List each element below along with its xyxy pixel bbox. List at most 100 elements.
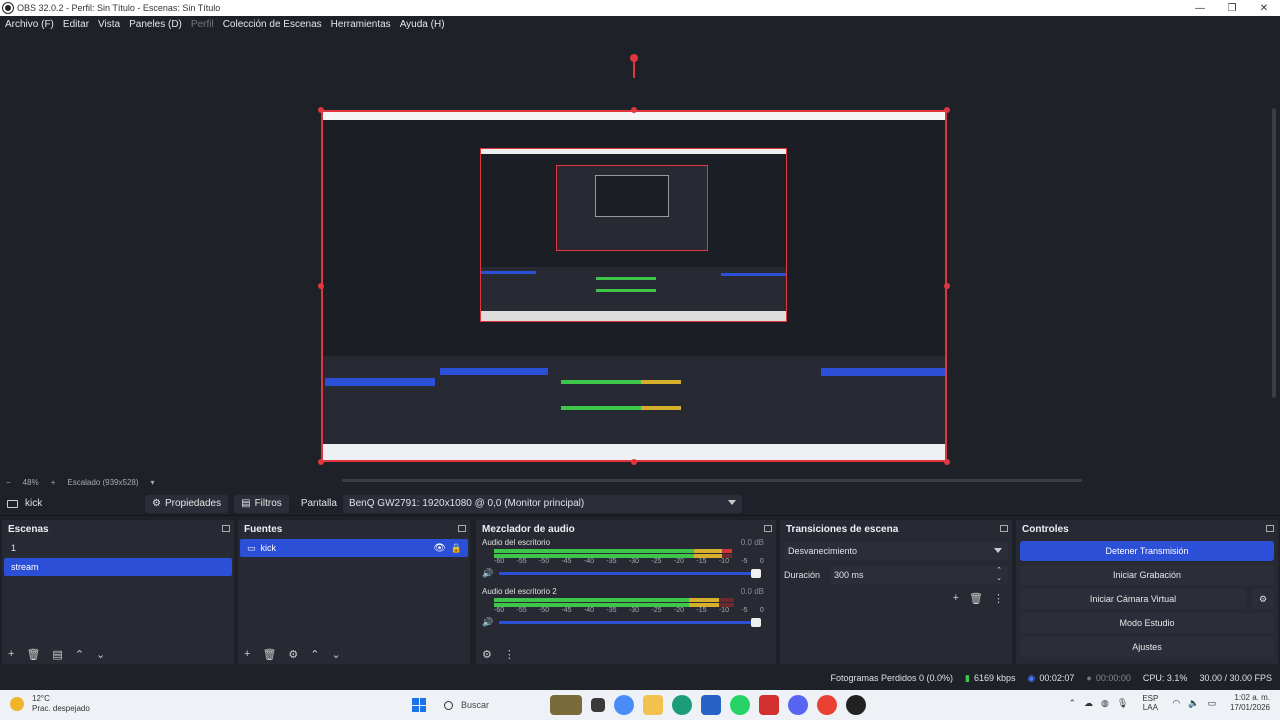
undock-icon[interactable] <box>458 525 466 532</box>
task-view-icon[interactable] <box>591 698 605 712</box>
scene-item[interactable]: 1 <box>4 539 232 557</box>
menu-help[interactable]: Ayuda (H) <box>397 19 448 30</box>
resize-handle-se[interactable] <box>944 459 950 465</box>
scaling-dropdown[interactable]: ▾ <box>151 478 155 487</box>
wifi-icon[interactable]: ◠ <box>1172 698 1180 709</box>
copilot-icon[interactable] <box>614 695 634 715</box>
menu-file[interactable]: Archivo (F) <box>2 19 57 30</box>
close-button[interactable]: ✕ <box>1248 0 1280 16</box>
undock-icon[interactable] <box>1266 525 1274 532</box>
resize-handle-s[interactable] <box>631 459 637 465</box>
start-virtual-camera-button[interactable]: Iniciar Cámara Virtual ⚙ <box>1020 589 1274 609</box>
windows-start-icon[interactable] <box>412 698 426 712</box>
duration-spinbox[interactable]: 300 ms ⌃ ⌄ <box>830 566 1008 584</box>
stop-streaming-button[interactable]: Detener Transmisión <box>1020 541 1274 561</box>
transition-select[interactable]: Desvanecimiento <box>784 542 1008 560</box>
volume-icon[interactable]: 🔈 <box>1188 698 1199 709</box>
preview-area[interactable] <box>0 32 1280 482</box>
preview-canvas-source[interactable] <box>321 110 947 462</box>
add-icon[interactable]: + <box>8 648 14 660</box>
weather-widget[interactable]: 12°C Prac. despejado <box>10 694 90 714</box>
move-up-icon[interactable]: ⌃ <box>310 648 319 661</box>
menu-profile[interactable]: Perfil <box>188 19 217 30</box>
menu-edit[interactable]: Editar <box>60 19 92 30</box>
speaker-icon[interactable]: 🔊 <box>482 568 493 579</box>
taskbar-search[interactable]: Buscar <box>440 695 536 715</box>
preview-vertical-scrollbar[interactable] <box>1272 108 1276 398</box>
display-select[interactable]: BenQ GW2791: 1920x1080 @ 0,0 (Monitor pr… <box>342 494 742 513</box>
recursive-scene-selection <box>325 378 435 386</box>
undock-icon[interactable] <box>1000 525 1008 532</box>
stream-time: 00:02:07 <box>1039 673 1075 683</box>
kebab-menu-icon[interactable]: ⋮ <box>504 648 515 661</box>
undock-icon[interactable] <box>222 525 230 532</box>
start-recording-button[interactable]: Iniciar Grabación <box>1020 565 1274 585</box>
undock-icon[interactable] <box>764 525 772 532</box>
volume-slider-knob[interactable] <box>751 617 762 627</box>
trash-icon[interactable]: 🗑 <box>262 648 276 661</box>
resize-handle-ne[interactable] <box>944 107 950 113</box>
spin-arrows-icon[interactable]: ⌃ ⌄ <box>996 567 1002 583</box>
menu-view[interactable]: Vista <box>95 19 123 30</box>
menu-docks[interactable]: Paneles (D) <box>126 19 185 30</box>
trash-icon[interactable]: 🗑 <box>969 592 983 605</box>
language-indicator[interactable]: ESP LAA <box>1142 694 1158 712</box>
source-item[interactable]: ▭ kick 👁 🔒 <box>240 539 468 557</box>
zoom-in-button[interactable]: + <box>51 478 56 487</box>
file-explorer-icon[interactable] <box>643 695 663 715</box>
resize-handle-n[interactable] <box>631 107 637 113</box>
add-icon[interactable]: + <box>244 648 250 660</box>
filter-icon[interactable]: ▤ <box>52 648 62 661</box>
add-icon[interactable]: + <box>953 592 959 605</box>
volume-slider[interactable] <box>499 617 762 627</box>
battery-icon[interactable]: ▭ <box>1207 698 1216 709</box>
chevron-up-icon[interactable]: ⌃ <box>1069 698 1077 709</box>
speaker-icon[interactable]: 🔊 <box>482 617 493 628</box>
network-icon[interactable]: ◍ <box>1101 698 1109 709</box>
kebab-menu-icon[interactable]: ⋮ <box>993 592 1004 605</box>
filters-button[interactable]: ▤ Filtros <box>234 494 289 513</box>
zoom-out-button[interactable]: − <box>6 478 11 487</box>
microphone-icon[interactable]: 🎙 <box>1117 698 1128 709</box>
move-up-icon[interactable]: ⌃ <box>75 648 84 661</box>
chrome-icon[interactable] <box>817 695 837 715</box>
resize-handle-sw[interactable] <box>318 459 324 465</box>
studio-mode-button[interactable]: Modo Estudio <box>1020 613 1274 633</box>
mixer-settings-icon[interactable]: ⚙ <box>482 648 492 661</box>
clock[interactable]: 1:02 a. m. 17/01/2026 <box>1230 693 1270 713</box>
taskbar-apps <box>550 695 875 715</box>
red-app-icon[interactable] <box>759 695 779 715</box>
lock-icon[interactable]: 🔒 <box>451 543 462 554</box>
maximize-button[interactable]: ❐ <box>1216 0 1248 16</box>
duration-value: 300 ms <box>834 570 864 580</box>
trash-icon[interactable]: 🗑 <box>26 648 40 661</box>
controls-header: Controles <box>1016 520 1278 538</box>
cloud-icon[interactable]: ☁ <box>1084 698 1093 709</box>
store-icon[interactable] <box>701 695 721 715</box>
resize-handle-e[interactable] <box>944 283 950 289</box>
volume-slider-knob[interactable] <box>751 568 762 578</box>
edge-icon[interactable] <box>672 695 692 715</box>
menu-scene-collection[interactable]: Colección de Escenas <box>220 19 325 30</box>
move-down-icon[interactable]: ⌄ <box>96 648 105 661</box>
rotation-handle[interactable] <box>630 54 638 62</box>
properties-button[interactable]: ⚙ Propiedades <box>145 494 229 513</box>
settings-button[interactable]: Ajustes <box>1020 637 1274 657</box>
minimize-button[interactable]: — <box>1184 0 1216 16</box>
context-bar: kick ⚙ Propiedades ▤ Filtros Pantalla Be… <box>0 492 1280 516</box>
discord-icon[interactable] <box>788 695 808 715</box>
move-down-icon[interactable]: ⌄ <box>332 648 341 661</box>
volume-slider[interactable] <box>499 568 762 578</box>
menu-tools[interactable]: Herramientas <box>328 19 394 30</box>
virtual-camera-settings-icon[interactable]: ⚙ <box>1252 589 1274 609</box>
eye-icon[interactable]: 👁 <box>433 543 446 554</box>
meter-scale: -60 -55 -50 -45 -40 -35 -30 -25 -20 -15 -10 -5 0 <box>494 558 764 565</box>
obs-taskbar-icon[interactable] <box>846 695 866 715</box>
scene-item[interactable]: stream <box>4 558 232 576</box>
search-highlight-icon[interactable] <box>550 695 582 715</box>
resize-handle-nw[interactable] <box>318 107 324 113</box>
weather-text: Prac. despejado <box>32 704 90 713</box>
whatsapp-icon[interactable] <box>730 695 750 715</box>
resize-handle-w[interactable] <box>318 283 324 289</box>
gear-icon[interactable]: ⚙ <box>288 648 298 661</box>
